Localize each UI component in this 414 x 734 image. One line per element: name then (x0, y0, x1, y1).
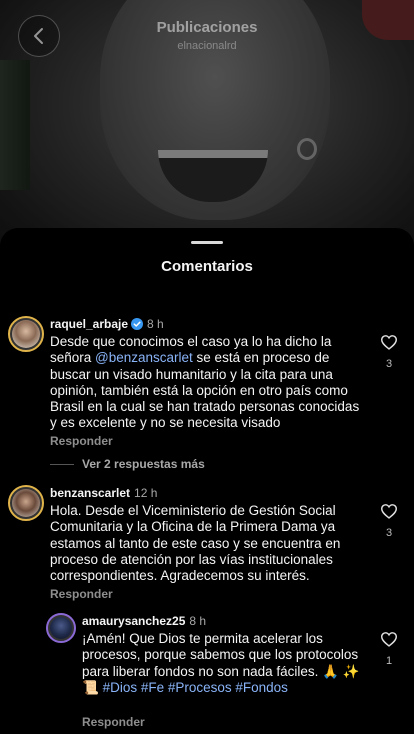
avatar[interactable] (8, 485, 44, 521)
view-more-replies-button[interactable]: Ver 2 respuestas más (50, 457, 205, 471)
replies-divider-line (50, 464, 74, 466)
sheet-title: Comentarios (161, 258, 253, 275)
comment-time: 8 h (147, 317, 164, 331)
comments-sheet: Comentarios raquel_arbaje 8 h Desde que c… (0, 228, 414, 734)
comment-username[interactable]: amaurysanchez25 (82, 614, 185, 628)
comment-header: raquel_arbaje 8 h (50, 317, 164, 331)
comment-mention-link[interactable]: @benzanscarlet (95, 350, 193, 365)
comment-text: Hola. Desde el Viceministerio de Gestión… (50, 503, 341, 584)
reply-button[interactable]: Responder (50, 434, 113, 448)
comment-username[interactable]: raquel_arbaje (50, 317, 128, 331)
like-count: 3 (385, 527, 393, 539)
comment-header: benzanscarlet 12 h (50, 486, 157, 500)
comment-text: ¡Amén! Que Dios te permita acelerar los … (82, 631, 364, 696)
heart-icon[interactable] (380, 503, 398, 519)
view-more-replies-label: Ver 2 respuestas más (82, 457, 205, 471)
reply-button[interactable]: Responder (82, 715, 145, 729)
comment-username[interactable]: benzanscarlet (50, 486, 130, 500)
background-dim-overlay (0, 0, 414, 260)
avatar[interactable] (8, 316, 44, 352)
sheet-drag-handle[interactable] (191, 241, 223, 244)
comment-time: 12 h (134, 486, 158, 500)
header-title: Publicaciones (156, 19, 258, 36)
avatar[interactable] (46, 613, 76, 643)
comment-text: Desde que conocimos el caso ya lo ha dic… (50, 334, 368, 432)
heart-icon[interactable] (380, 334, 398, 350)
comment-hashtags-link[interactable]: #Dios #Fe #Procesos #Fondos (103, 680, 288, 695)
verified-badge-icon (131, 318, 144, 330)
comment-header: amaurysanchez25 8 h (82, 614, 206, 628)
heart-icon[interactable] (380, 631, 398, 647)
comment-time: 8 h (189, 614, 207, 628)
header-account[interactable]: elnacionalrd (0, 40, 414, 52)
reply-button[interactable]: Responder (50, 587, 113, 601)
like-count: 1 (385, 655, 393, 667)
like-count: 3 (385, 358, 393, 370)
